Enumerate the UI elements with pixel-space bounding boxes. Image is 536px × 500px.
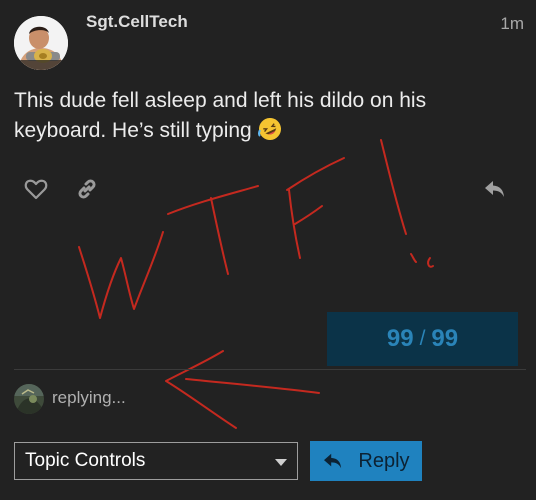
topic-controls-dropdown[interactable]: Topic Controls [14, 442, 298, 480]
handwritten-wtf-annotation [78, 139, 434, 429]
reply-button-label: Reply [358, 449, 410, 472]
progress-current: 99 [386, 325, 414, 352]
post-username[interactable]: Sgt.CellTech [86, 12, 188, 32]
wrestler-avatar-image [14, 16, 68, 70]
post-timestamp[interactable]: 1m [500, 14, 524, 34]
topic-progress-indicator[interactable]: 99 / 99 [327, 312, 518, 366]
replying-user-avatar[interactable] [14, 384, 44, 414]
replying-status-text: replying... [52, 388, 126, 407]
reply-arrow-icon [485, 181, 504, 197]
like-button[interactable] [19, 172, 53, 206]
progress-separator: / [419, 327, 426, 350]
reply-button[interactable]: Reply [310, 441, 422, 481]
reply-arrow-icon [324, 453, 342, 469]
caret-down-icon [275, 459, 287, 466]
post-author-avatar[interactable] [14, 16, 68, 70]
progress-total: 99 [431, 325, 459, 352]
topic-controls-label: Topic Controls [25, 450, 146, 471]
link-icon [78, 179, 96, 199]
rolling-on-the-floor-laughing-emoji-icon [257, 117, 282, 141]
post-text: This dude fell asleep and left his dildo… [14, 89, 427, 142]
heart-icon [24, 179, 48, 200]
divider [14, 369, 526, 370]
reply-to-post-button[interactable] [478, 172, 512, 206]
share-link-button[interactable] [70, 172, 104, 206]
post-content: This dude fell asleep and left his dildo… [14, 86, 514, 146]
game-screenshot-avatar-image [14, 384, 44, 414]
